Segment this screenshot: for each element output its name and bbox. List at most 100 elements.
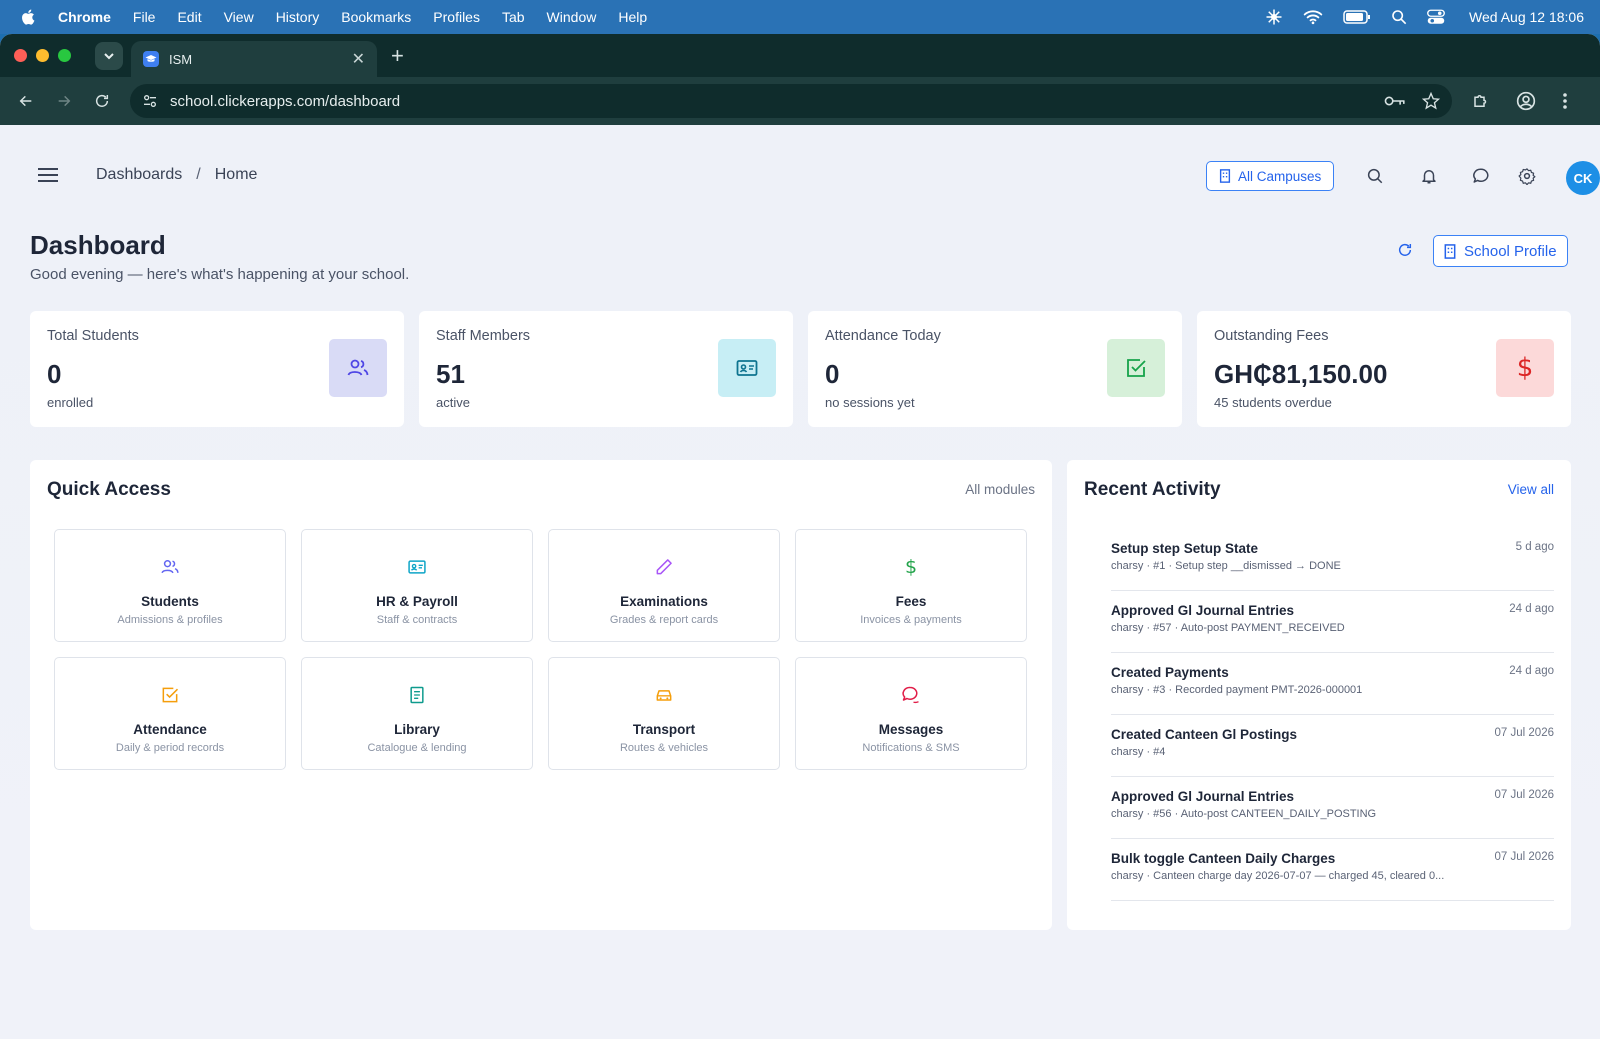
dollar-icon: $ — [1496, 339, 1554, 397]
refresh-icon[interactable] — [1397, 242, 1413, 263]
car-icon — [653, 684, 675, 706]
dollar-icon: $ — [904, 556, 918, 578]
all-modules-link[interactable]: All modules — [965, 482, 1035, 497]
settings-gear-icon[interactable] — [1516, 165, 1538, 187]
page-subtitle: Good evening — here's what's happening a… — [30, 266, 410, 283]
wifi-icon[interactable] — [1303, 9, 1323, 25]
menu-tab[interactable]: Tab — [502, 9, 525, 25]
new-tab-button[interactable]: + — [391, 43, 404, 69]
stat-note: active — [436, 395, 470, 410]
module-card-transport[interactable]: Transport Routes & vehicles — [548, 657, 780, 770]
back-icon[interactable] — [14, 89, 38, 113]
stat-note: 45 students overdue — [1214, 395, 1332, 410]
activity-time: 24 d ago — [1509, 603, 1554, 615]
module-label: Fees — [895, 594, 927, 609]
menu-profiles[interactable]: Profiles — [433, 9, 480, 25]
module-card-hr-payroll[interactable]: HR & Payroll Staff & contracts — [301, 529, 533, 642]
module-label: Students — [141, 594, 199, 609]
reload-icon[interactable] — [90, 89, 114, 113]
site-settings-icon[interactable] — [142, 93, 158, 109]
stat-card-staff-members[interactable]: Staff Members 51 active — [419, 311, 793, 427]
menu-window[interactable]: Window — [547, 9, 597, 25]
apple-logo-icon[interactable] — [20, 8, 38, 26]
macos-menu-bar: Chrome File Edit View History Bookmarks … — [0, 0, 1600, 34]
module-description: Invoices & payments — [860, 614, 962, 626]
activity-item[interactable]: Created Payments charsy · #3 · Recorded … — [1111, 653, 1554, 715]
url-text[interactable]: school.clickerapps.com/dashboard — [170, 93, 1384, 110]
activity-item[interactable]: Approved Gl Journal Entries charsy · #57… — [1111, 591, 1554, 653]
module-card-library[interactable]: Library Catalogue & lending — [301, 657, 533, 770]
module-description: Notifications & SMS — [862, 742, 960, 754]
user-avatar[interactable]: CK — [1566, 161, 1600, 195]
menu-edit[interactable]: Edit — [177, 9, 201, 25]
recent-activity-panel: Recent Activity View all Setup step Setu… — [1067, 460, 1571, 930]
module-label: Library — [394, 722, 440, 737]
close-tab-icon[interactable]: ✕ — [352, 49, 365, 69]
stat-value: 51 — [436, 359, 465, 389]
activity-time: 07 Jul 2026 — [1494, 851, 1554, 863]
module-card-examinations[interactable]: Examinations Grades & report cards — [548, 529, 780, 642]
school-profile-label: School Profile — [1464, 242, 1557, 260]
menu-history[interactable]: History — [276, 9, 320, 25]
activity-time: 07 Jul 2026 — [1494, 789, 1554, 801]
module-card-messages[interactable]: Messages Notifications & SMS — [795, 657, 1027, 770]
close-window-button[interactable] — [14, 49, 27, 62]
module-card-fees[interactable]: $ Fees Invoices & payments — [795, 529, 1027, 642]
menu-help[interactable]: Help — [618, 9, 647, 25]
chat-bubble-icon[interactable] — [1470, 165, 1492, 187]
browser-tab[interactable]: ISM ✕ — [131, 41, 377, 77]
page-title: Dashboard — [30, 230, 166, 260]
activity-item[interactable]: Setup step Setup State charsy · #1 · Set… — [1111, 529, 1554, 591]
school-profile-button[interactable]: School Profile — [1433, 235, 1568, 267]
forward-icon[interactable] — [52, 89, 76, 113]
menubar-clock[interactable]: Wed Aug 12 18:06 — [1469, 9, 1584, 25]
activity-item[interactable]: Approved Gl Journal Entries charsy · #56… — [1111, 777, 1554, 839]
brightness-icon[interactable] — [1265, 8, 1283, 26]
control-center-icon[interactable] — [1427, 9, 1445, 25]
menu-file[interactable]: File — [133, 9, 156, 25]
extensions-icon[interactable] — [1472, 92, 1490, 110]
activity-title: Setup step Setup State — [1111, 541, 1259, 556]
activity-title: Approved Gl Journal Entries — [1111, 603, 1295, 618]
zoom-window-button[interactable] — [58, 49, 71, 62]
breadcrumb-dashboards[interactable]: Dashboards — [96, 166, 182, 184]
campus-selector-button[interactable]: All Campuses — [1206, 161, 1335, 191]
breadcrumb-separator: / — [196, 166, 201, 183]
building-icon — [1444, 243, 1456, 259]
activity-meta: charsy · #56 · Auto-post CANTEEN_DAILY_P… — [1111, 808, 1377, 820]
tab-strip: ISM ✕ + — [0, 34, 1600, 77]
more-menu-icon[interactable] — [1562, 92, 1568, 110]
menu-chrome[interactable]: Chrome — [58, 9, 111, 25]
minimize-window-button[interactable] — [36, 49, 49, 62]
address-bar[interactable]: school.clickerapps.com/dashboard — [130, 84, 1452, 118]
search-icon[interactable] — [1364, 165, 1386, 187]
activity-meta: charsy · #4 — [1111, 746, 1166, 758]
stat-value: 0 — [825, 359, 840, 389]
module-card-students[interactable]: Students Admissions & profiles — [54, 529, 286, 642]
activity-item[interactable]: Created Canteen Gl Postings charsy · #4 … — [1111, 715, 1554, 777]
chrome-window: ISM ✕ + school.clickerapps.com/dashboard — [0, 34, 1600, 1039]
stat-card-total-students[interactable]: Total Students 0 enrolled — [30, 311, 404, 427]
spotlight-search-icon[interactable] — [1391, 9, 1407, 25]
battery-icon[interactable] — [1343, 10, 1371, 24]
pencil-icon — [653, 556, 675, 578]
stat-label: Outstanding Fees — [1214, 328, 1329, 344]
breadcrumb-home[interactable]: Home — [215, 166, 258, 184]
activity-item[interactable]: Bulk toggle Canteen Daily Charges charsy… — [1111, 839, 1554, 901]
stat-card-attendance-today[interactable]: Attendance Today 0 no sessions yet — [808, 311, 1182, 427]
menu-view[interactable]: View — [224, 9, 254, 25]
stat-label: Staff Members — [436, 328, 531, 344]
notifications-bell-icon[interactable] — [1418, 165, 1440, 187]
stat-card-outstanding-fees[interactable]: Outstanding Fees GH₵81,150.00 45 student… — [1197, 311, 1571, 427]
view-all-link[interactable]: View all — [1508, 482, 1554, 497]
activity-time: 07 Jul 2026 — [1494, 727, 1554, 739]
tab-search-button[interactable] — [95, 41, 123, 70]
bookmark-star-icon[interactable] — [1422, 92, 1440, 110]
menu-bookmarks[interactable]: Bookmarks — [341, 9, 411, 25]
activity-title: Approved Gl Journal Entries — [1111, 789, 1295, 804]
hamburger-menu-icon[interactable] — [38, 167, 58, 188]
profile-icon[interactable] — [1516, 91, 1536, 111]
password-key-icon[interactable] — [1384, 94, 1406, 108]
activity-time: 24 d ago — [1509, 665, 1554, 677]
module-card-attendance[interactable]: Attendance Daily & period records — [54, 657, 286, 770]
